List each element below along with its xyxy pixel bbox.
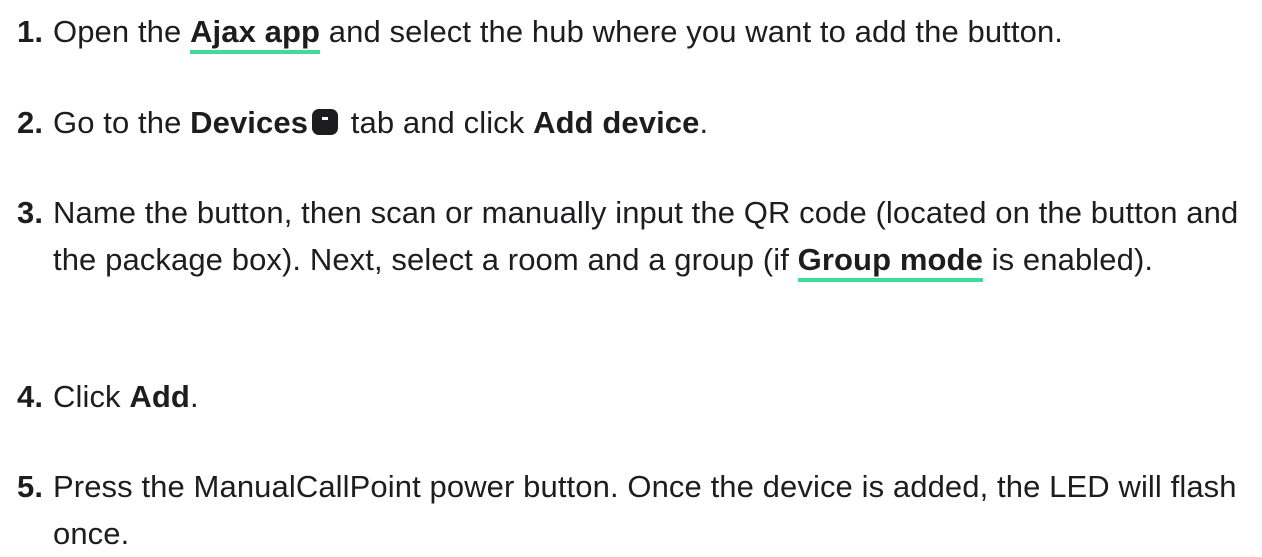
add-device-label: Add device bbox=[533, 105, 700, 140]
step-number: 3. bbox=[17, 195, 44, 230]
step-2: 2. Go to the Devices tab and click Add d… bbox=[17, 99, 1247, 146]
step-number: 2. bbox=[17, 105, 44, 140]
step-text-part: . bbox=[189, 379, 199, 414]
step-text-part: . bbox=[699, 105, 709, 140]
devices-tab-icon bbox=[312, 109, 339, 135]
step-text: Name the button, then scan or manually i… bbox=[53, 189, 1247, 283]
step-text: Press the ManualCallPoint power button. … bbox=[53, 463, 1247, 557]
step-3: 3. Name the button, then scan or manuall… bbox=[17, 189, 1247, 283]
ajax-app-link[interactable]: Ajax app bbox=[190, 14, 321, 54]
group-mode-link[interactable]: Group mode bbox=[797, 242, 983, 282]
step-text: Click Add. bbox=[53, 373, 1247, 420]
step-text: Open the Ajax app and select the hub whe… bbox=[53, 8, 1247, 55]
instruction-steps: 1. Open the Ajax app and select the hub … bbox=[0, 0, 1262, 551]
step-text: Go to the Devices tab and click Add devi… bbox=[53, 99, 1247, 146]
step-number: 1. bbox=[17, 14, 44, 49]
step-text-part: and select the hub where you want to add… bbox=[320, 14, 1064, 49]
step-number: 4. bbox=[17, 379, 44, 414]
add-label: Add bbox=[129, 379, 190, 414]
step-text-part: is enabled). bbox=[982, 242, 1154, 277]
step-text-part: tab and click bbox=[342, 105, 534, 140]
step-5: 5. Press the ManualCallPoint power butto… bbox=[17, 463, 1247, 557]
step-text-part: Press the ManualCallPoint power button. … bbox=[53, 469, 1237, 551]
step-text-part: Go to the bbox=[53, 105, 191, 140]
step-4: 4. Click Add. bbox=[17, 373, 1247, 420]
step-1: 1. Open the Ajax app and select the hub … bbox=[17, 8, 1247, 55]
devices-label: Devices bbox=[190, 105, 309, 140]
step-text-part: Click bbox=[53, 379, 130, 414]
step-number: 5. bbox=[17, 469, 44, 504]
step-text-part: Open the bbox=[53, 14, 191, 49]
